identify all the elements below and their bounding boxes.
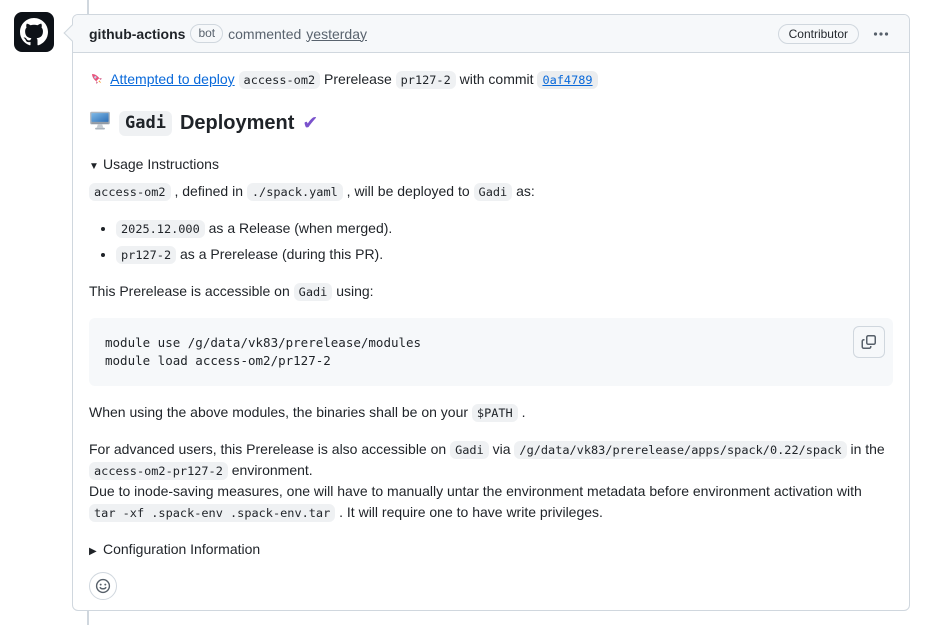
release-text: as a Release (when merged). [209,220,393,236]
spack-yaml-code: ./spack.yaml [247,183,343,201]
commented-label: commented [228,26,301,42]
path-pre-text: When using the above modules, the binari… [89,404,468,420]
path-line: When using the above modules, the binari… [89,402,893,423]
deploy-target-list: 2025.12.000 as a Release (when merged). … [89,218,893,265]
prerelease-text: as a Prerelease (during this PR). [180,246,383,262]
comment-body: Attempted to deploy access-om2 Prereleas… [73,53,909,616]
attempted-to-deploy-link[interactable]: Attempted to deploy [110,71,235,87]
host-code: Gadi [474,183,513,201]
smiley-icon [95,578,111,594]
list-item: pr127-2 as a Prerelease (during this PR)… [116,244,893,265]
usage-instructions-summary[interactable]: ▼Usage Instructions [89,154,893,175]
comment-header: github-actions bot commented yesterday C… [73,15,909,53]
path-post-text: . [522,404,526,420]
access-line: This Prerelease is accessible on Gadi us… [89,281,893,302]
code-line: module load access-om2/pr127-2 [105,352,877,370]
module-code-block: module use /g/data/vk83/prerelease/modul… [89,318,893,386]
heading-title: Deployment [180,111,294,136]
deploy-to-text: , will be deployed to [347,183,470,199]
with-commit-label: with commit [460,71,534,87]
via-text: via [493,441,511,457]
advanced-users-paragraph: For advanced users, this Prerelease is a… [89,439,893,523]
avatar[interactable] [14,12,54,52]
env-name-code: access-om2-pr127-2 [89,462,228,480]
triangle-right-icon: ▶ [89,544,103,559]
timestamp-link[interactable]: yesterday [306,26,367,42]
deploy-status-line: Attempted to deploy access-om2 Prereleas… [89,69,893,93]
in-the-text: in the [850,441,884,457]
defined-in-text: , defined in [174,183,243,199]
add-reaction-button[interactable] [89,572,117,600]
env-code: access-om2 [239,71,321,89]
triangle-down-icon: ▼ [89,159,103,174]
tag-code: pr127-2 [396,71,456,89]
code-line: module use /g/data/vk83/prerelease/modul… [105,334,877,352]
pr-timeline-page: github-actions bot commented yesterday C… [0,0,931,625]
contributor-badge: Contributor [778,24,859,44]
release-version-code: 2025.12.000 [116,220,205,238]
heading-host-code: Gadi [119,111,172,136]
copy-icon [861,334,877,350]
spack-path-code: /g/data/vk83/prerelease/apps/spack/0.22/… [514,441,846,459]
deployment-heading: Gadi Deployment ✔ [89,109,893,138]
desktop-computer-icon [89,109,111,138]
comment-card: github-actions bot commented yesterday C… [72,14,910,611]
reactions-bar [89,572,893,600]
usage-details: ▼Usage Instructions access-om2 , defined… [89,154,893,523]
host-code: Gadi [450,441,489,459]
prerelease-word: Prerelease [324,71,392,87]
copy-button[interactable] [853,326,885,358]
path-code: $PATH [472,404,518,422]
kebab-horizontal-icon [873,26,889,42]
list-item: 2025.12.000 as a Release (when merged). [116,218,893,239]
config-summary-label: Configuration Information [103,541,260,557]
as-text: as: [516,183,535,199]
inode-post-text: . It will require one to have write priv… [339,504,603,520]
access-pre-text: This Prerelease is accessible on [89,283,290,299]
environment-text: environment. [232,462,313,478]
host-code: Gadi [294,283,333,301]
access-post-text: using: [336,283,373,299]
prerelease-tag-code: pr127-2 [116,246,176,264]
configuration-information-summary[interactable]: ▶Configuration Information [89,539,893,560]
github-logo-icon [20,18,48,46]
usage-summary-label: Usage Instructions [103,156,219,172]
bot-badge: bot [190,24,223,43]
comment-author-link[interactable]: github-actions [89,26,185,42]
rocket-icon [89,71,105,93]
usage-intro-line: access-om2 , defined in ./spack.yaml , w… [89,181,893,202]
advanced-pre-text: For advanced users, this Prerelease is a… [89,441,446,457]
env-code: access-om2 [89,183,171,201]
check-mark-icon: ✔ [302,112,318,136]
timeline-line-top [87,0,89,14]
inode-pre-text: Due to inode-saving measures, one will h… [89,483,862,499]
comment-options-button[interactable] [869,24,893,44]
tar-command-code: tar -xf .spack-env .spack-env.tar [89,504,335,522]
commit-link[interactable]: 0af4789 [537,71,597,89]
